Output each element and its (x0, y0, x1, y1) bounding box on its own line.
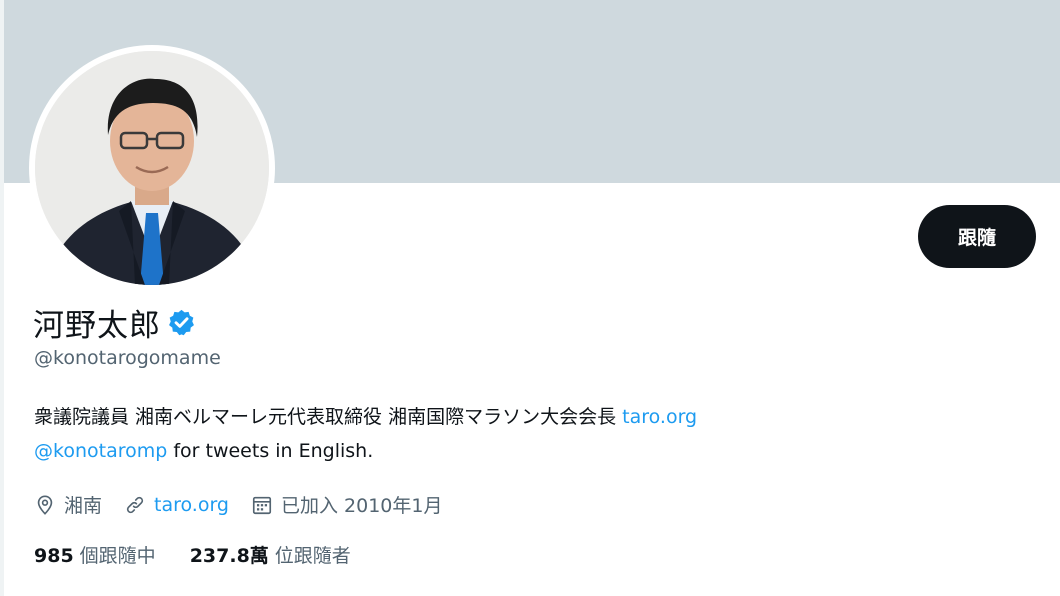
location-text: 湘南 (64, 495, 103, 517)
profile-meta-row: 湘南 taro.org 已加入 2010年1月 (34, 491, 464, 518)
meta-website[interactable]: taro.org (124, 494, 229, 516)
bio-mention-konotaromp[interactable]: @konotaromp (34, 440, 167, 462)
avatar-photo (35, 51, 269, 285)
profile-name-row: 河野太郎 (33, 300, 196, 345)
bio-text: 衆議院議員 湘南ベルマーレ元代表取締役 湘南国際マラソン大会会長 (34, 406, 623, 428)
link-icon (124, 494, 146, 516)
website-link[interactable]: taro.org (154, 494, 229, 516)
profile-stats-row: 985 個跟隨中 237.8萬 位跟隨者 (34, 541, 385, 568)
joined-text: 已加入 2010年1月 (281, 495, 443, 517)
following-stat[interactable]: 985 個跟隨中 (34, 541, 156, 568)
bio-link-taro-org[interactable]: taro.org (622, 406, 697, 428)
bio-text-english: for tweets in English. (167, 440, 374, 462)
profile-bio: 衆議院議員 湘南ベルマーレ元代表取締役 湘南国際マラソン大会会長 taro.or… (34, 400, 1034, 468)
calendar-icon (251, 494, 273, 516)
following-count: 985 (34, 545, 74, 567)
following-label: 個跟隨中 (79, 545, 156, 567)
meta-location: 湘南 (34, 491, 102, 518)
meta-joined: 已加入 2010年1月 (251, 491, 442, 518)
profile-avatar[interactable] (29, 45, 275, 291)
location-pin-icon (34, 494, 56, 516)
followers-label: 位跟隨者 (274, 545, 351, 567)
verified-badge-icon[interactable] (167, 308, 196, 337)
display-name: 河野太郎 (33, 308, 161, 344)
profile-handle: @konotarogomame (34, 347, 221, 369)
followers-count: 237.8萬 (189, 545, 269, 567)
follow-button[interactable]: 跟隨 (918, 205, 1036, 268)
followers-stat[interactable]: 237.8萬 位跟隨者 (190, 541, 351, 568)
